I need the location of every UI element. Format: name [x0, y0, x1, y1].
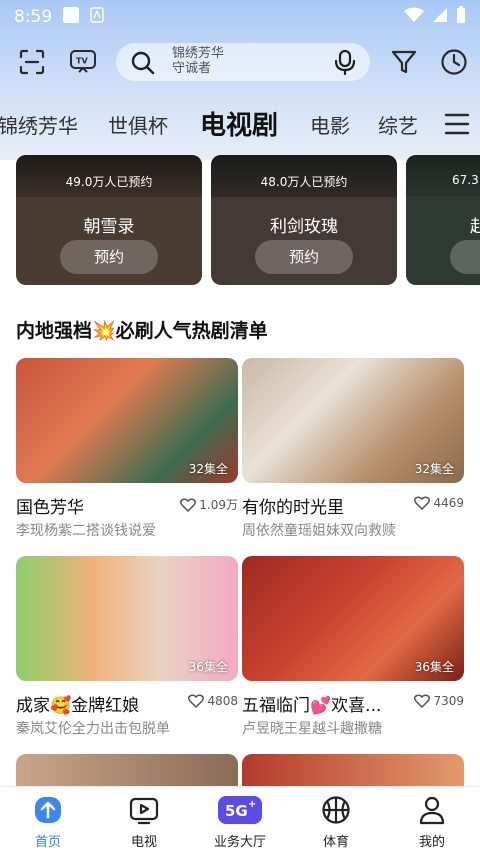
preorder-title: 赴: [470, 217, 480, 237]
svg-text:TV: TV: [76, 57, 88, 66]
tab-club-world-cup[interactable]: 世俱杯: [108, 110, 168, 139]
history-clock-icon[interactable]: [438, 46, 470, 78]
poster-image-partial[interactable]: [242, 754, 464, 786]
drama-title: 有你的时光里: [242, 498, 344, 518]
episode-count: 36集全: [414, 660, 454, 674]
poster-image-partial[interactable]: [16, 754, 238, 786]
nav-label: 首页: [34, 835, 61, 850]
like-count: 1.09万: [180, 496, 238, 513]
home-icon: [35, 797, 61, 823]
reserve-button[interactable]: [450, 240, 480, 274]
heart-icon: [188, 694, 205, 708]
like-count-value: 4808: [207, 694, 238, 708]
scan-icon[interactable]: [16, 46, 48, 78]
nav-profile[interactable]: 我的: [392, 795, 472, 850]
nav-home[interactable]: 首页: [8, 795, 88, 850]
reserve-button[interactable]: 预约: [255, 240, 353, 274]
preorder-card[interactable]: 67.3 赴: [406, 155, 480, 285]
episode-count: 32集全: [188, 462, 228, 476]
preorder-title: 利剑玫瑰: [270, 217, 338, 237]
svg-text:+: +: [248, 799, 256, 810]
preorder-count: 67.3: [452, 173, 479, 187]
preorder-count: 48.0万人已预约: [260, 175, 348, 189]
nav-label: 业务大厅: [213, 835, 266, 850]
app-notification-icon: [90, 7, 104, 27]
poster-image: 32集全: [16, 358, 238, 483]
reserve-button[interactable]: 预约: [60, 240, 158, 274]
tab-variety[interactable]: 综艺: [378, 110, 418, 139]
tab-jinxiufanghua[interactable]: 锦绣芳华: [0, 110, 78, 139]
5g-icon: 5G +: [218, 796, 262, 824]
heart-icon: [414, 694, 431, 708]
notification-square-icon: [62, 6, 80, 28]
nav-label: 体育: [322, 835, 349, 850]
drama-subtitle: 卢昱晓王星越斗趣撒糖: [242, 721, 382, 737]
like-count-value: 1.09万: [199, 498, 238, 512]
drama-card[interactable]: 36集全 成家🥰金牌红娘 4808 秦岚艾伦全力出击包脱单: [16, 556, 238, 746]
bottom-navigation: 首页 电视 5G + 业务大厅 体育 我的: [0, 786, 480, 853]
nav-label: 电视: [130, 835, 157, 850]
search-input[interactable]: 锦绣芳华 守诚者: [116, 43, 370, 81]
svg-text:5G: 5G: [225, 802, 248, 820]
heart-icon: [180, 497, 197, 512]
basketball-icon: [322, 796, 350, 824]
nav-label: 我的: [418, 835, 445, 850]
drama-title: 国色芳华: [16, 498, 84, 518]
drama-subtitle: 秦岚艾伦全力出击包脱单: [16, 721, 170, 737]
heart-icon: [414, 496, 431, 510]
drama-subtitle: 李现杨紫二搭谈钱说爱: [16, 523, 156, 539]
nav-tv[interactable]: 电视: [104, 795, 184, 850]
nav-sports[interactable]: 体育: [296, 795, 376, 850]
placeholder-line-1: 锦绣芳华: [172, 46, 225, 61]
nav-business-hall[interactable]: 5G + 业务大厅: [200, 795, 280, 850]
like-count-value: 4469: [433, 496, 464, 510]
signal-icon: [432, 7, 448, 27]
poster-image: 36集全: [242, 556, 464, 681]
filter-icon[interactable]: [388, 46, 420, 78]
drama-subtitle: 周依然童瑶姐妹双向救赎: [242, 523, 396, 539]
status-bar: 8:59: [0, 0, 480, 34]
battery-icon: [456, 6, 466, 28]
poster-image: 32集全: [242, 358, 464, 483]
poster-image: 36集全: [16, 556, 238, 681]
category-tabs: 锦绣芳华 世俱杯 电视剧 电影 综艺: [0, 100, 480, 148]
tv-cast-icon[interactable]: TV: [66, 46, 100, 78]
like-count: 4469: [414, 496, 464, 510]
placeholder-line-2: 守诚者: [172, 61, 212, 76]
search-row: TV 锦绣芳华 守诚者: [0, 42, 480, 82]
wifi-icon: [404, 7, 424, 27]
drama-title: 五福临门💕欢喜...: [242, 696, 382, 716]
drama-card[interactable]: 32集全 国色芳华 1.09万 李现杨紫二搭谈钱说爱: [16, 358, 238, 548]
drama-card[interactable]: 36集全 五福临门💕欢喜... 7309 卢昱晓王星越斗趣撒糖: [242, 556, 464, 746]
drama-card[interactable]: 32集全 有你的时光里 4469 周依然童瑶姐妹双向救赎: [242, 358, 464, 548]
like-count: 4808: [188, 694, 238, 708]
tv-play-icon: [129, 797, 159, 825]
tab-tv-series[interactable]: 电视剧: [200, 105, 278, 142]
preorder-card[interactable]: 48.0万人已预约 利剑玫瑰 预约: [211, 155, 397, 285]
like-count-value: 7309: [433, 694, 464, 708]
search-placeholder: 锦绣芳华 守诚者: [172, 46, 272, 78]
search-icon: [130, 50, 156, 80]
like-count: 7309: [414, 694, 464, 708]
section-title: 内地强档💥必刷人气热剧清单: [16, 320, 268, 342]
preorder-count: 49.0万人已预约: [65, 175, 153, 189]
episode-count: 36集全: [188, 660, 228, 674]
drama-title: 成家🥰金牌红娘: [16, 696, 140, 716]
person-icon: [419, 796, 445, 825]
menu-icon[interactable]: [444, 112, 470, 140]
preorder-title: 朝雪录: [83, 217, 135, 237]
episode-count: 32集全: [414, 462, 454, 476]
status-time: 8:59: [14, 7, 53, 27]
tab-movies[interactable]: 电影: [310, 110, 350, 139]
microphone-icon[interactable]: [334, 49, 356, 79]
preorder-card[interactable]: 49.0万人已预约 朝雪录 预约: [16, 155, 202, 285]
